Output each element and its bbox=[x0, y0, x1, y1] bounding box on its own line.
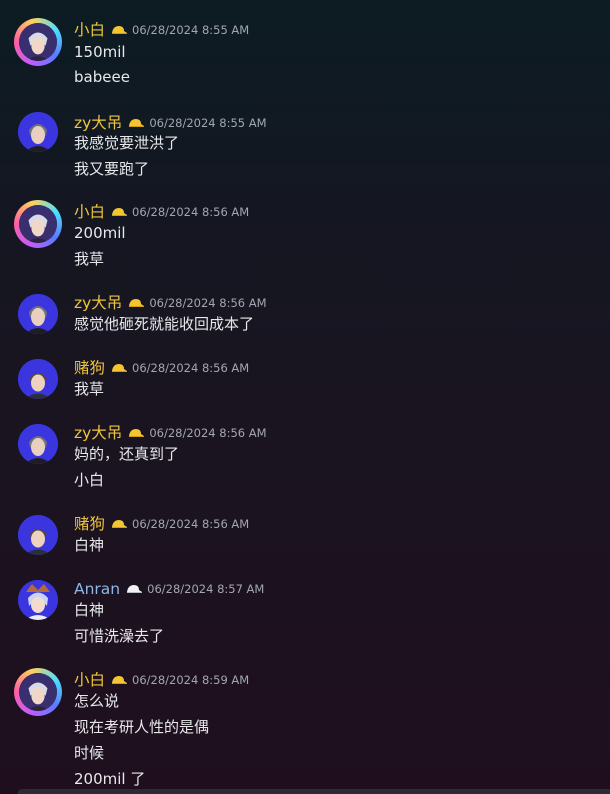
avatar-dugou[interactable] bbox=[18, 515, 58, 555]
chat-message-list: 小白 06/28/2024 8:55 AM 150mil babeee zy大吊… bbox=[0, 0, 610, 794]
timestamp: 06/28/2024 8:56 AM bbox=[132, 205, 250, 219]
author-name[interactable]: 赌狗 bbox=[74, 513, 105, 535]
author-name[interactable]: 小白 bbox=[74, 669, 105, 691]
timestamp: 06/28/2024 8:55 AM bbox=[149, 116, 267, 130]
author-name[interactable]: 小白 bbox=[74, 19, 105, 41]
avatar-dugou[interactable] bbox=[18, 359, 58, 399]
author-name[interactable]: 小白 bbox=[74, 201, 105, 223]
avatar-xiaobai[interactable] bbox=[14, 18, 62, 66]
timestamp: 06/28/2024 8:59 AM bbox=[132, 673, 250, 687]
author-name[interactable]: 赌狗 bbox=[74, 357, 105, 379]
timestamp: 06/28/2024 8:57 AM bbox=[147, 582, 265, 596]
avatar-zy[interactable] bbox=[18, 294, 58, 334]
timestamp: 06/28/2024 8:56 AM bbox=[132, 361, 250, 375]
avatar-zy[interactable] bbox=[18, 424, 58, 464]
message-text: 现在考研人性的是偶 bbox=[74, 718, 210, 736]
message-text: 感觉他砸死就能收回成本了 bbox=[74, 315, 255, 333]
message-text: 时候 bbox=[74, 744, 105, 762]
message-text: 200mil 了 bbox=[74, 770, 146, 788]
timestamp: 06/28/2024 8:55 AM bbox=[132, 23, 250, 37]
avatar-xiaobai[interactable] bbox=[14, 668, 62, 716]
author-name[interactable]: zy大吊 bbox=[74, 422, 122, 444]
role-cap-icon bbox=[127, 117, 145, 129]
message-text: 我又要跑了 bbox=[74, 160, 150, 178]
message-text: 200mil bbox=[74, 224, 126, 242]
role-cap-icon bbox=[110, 24, 128, 36]
timestamp: 06/28/2024 8:56 AM bbox=[149, 426, 267, 440]
message-text: 150mil bbox=[74, 43, 126, 61]
message-text: 白神 bbox=[74, 601, 105, 619]
message-text: babeee bbox=[74, 68, 130, 86]
role-cap-icon bbox=[125, 583, 143, 595]
role-cap-icon bbox=[110, 362, 128, 374]
message-input-edge[interactable] bbox=[18, 789, 610, 794]
message-text: 妈的，还真到了 bbox=[74, 445, 180, 463]
timestamp: 06/28/2024 8:56 AM bbox=[132, 517, 250, 531]
message-text: 我感觉要泄洪了 bbox=[74, 134, 180, 152]
avatar-xiaobai[interactable] bbox=[14, 200, 62, 248]
message-text: 我草 bbox=[74, 380, 105, 398]
author-name[interactable]: zy大吊 bbox=[74, 112, 122, 134]
author-name[interactable]: zy大吊 bbox=[74, 292, 122, 314]
message-text: 怎么说 bbox=[74, 692, 120, 710]
message-text: 小白 bbox=[74, 471, 105, 489]
role-cap-icon bbox=[127, 427, 145, 439]
role-cap-icon bbox=[110, 206, 128, 218]
message-text: 我草 bbox=[74, 250, 105, 268]
author-name[interactable]: Anran bbox=[74, 578, 120, 600]
avatar-zy[interactable] bbox=[18, 112, 58, 152]
message-text: 白神 bbox=[74, 536, 105, 554]
role-cap-icon bbox=[110, 518, 128, 530]
role-cap-icon bbox=[127, 297, 145, 309]
role-cap-icon bbox=[110, 674, 128, 686]
avatar-anran[interactable] bbox=[18, 580, 58, 620]
timestamp: 06/28/2024 8:56 AM bbox=[149, 296, 267, 310]
message-text: 可惜洗澡去了 bbox=[74, 627, 165, 645]
